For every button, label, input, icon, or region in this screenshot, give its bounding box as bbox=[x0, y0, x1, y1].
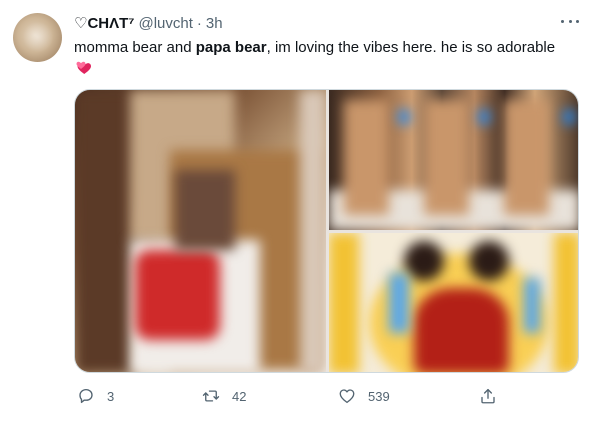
share-button[interactable] bbox=[479, 385, 497, 407]
revolving-hearts-emoji bbox=[76, 61, 91, 74]
avatar[interactable] bbox=[13, 13, 62, 62]
retweet-button[interactable]: 42 bbox=[202, 385, 246, 407]
media-image-bottom-right[interactable] bbox=[329, 233, 578, 372]
media-image-left[interactable] bbox=[75, 90, 326, 372]
tweet-text-bold: papa bear bbox=[195, 39, 267, 56]
display-name[interactable]: ♡CHΛT⁷ bbox=[74, 14, 134, 32]
heart-icon bbox=[339, 389, 355, 404]
tweet-text-part: , im loving the vibes here. he is so ado… bbox=[266, 39, 556, 56]
reply-icon bbox=[79, 388, 93, 404]
reply-count: 3 bbox=[107, 388, 115, 404]
media-grid[interactable] bbox=[74, 89, 579, 373]
tweet[interactable]: ♡CHΛT⁷ @luvcht · 3h momma bear and papa … bbox=[0, 0, 593, 425]
tweet-actions: 3 42 539 bbox=[74, 385, 504, 407]
more-options-icon[interactable] bbox=[561, 16, 579, 26]
retweet-icon bbox=[202, 390, 220, 402]
tweet-text: momma bear and papa bear, im loving the … bbox=[74, 38, 579, 78]
user-handle[interactable]: @luvcht bbox=[138, 15, 192, 32]
like-button[interactable]: 539 bbox=[338, 385, 390, 407]
share-icon bbox=[481, 388, 495, 404]
retweet-count: 42 bbox=[232, 388, 247, 404]
reply-button[interactable]: 3 bbox=[77, 385, 114, 407]
like-count: 539 bbox=[368, 388, 390, 404]
timestamp[interactable]: 3h bbox=[206, 15, 223, 32]
tweet-header: ♡CHΛT⁷ @luvcht · 3h bbox=[74, 13, 223, 33]
separator-dot: · bbox=[196, 14, 202, 32]
tweet-text-part: momma bear and bbox=[74, 39, 196, 56]
media-image-top-right[interactable] bbox=[329, 90, 578, 230]
